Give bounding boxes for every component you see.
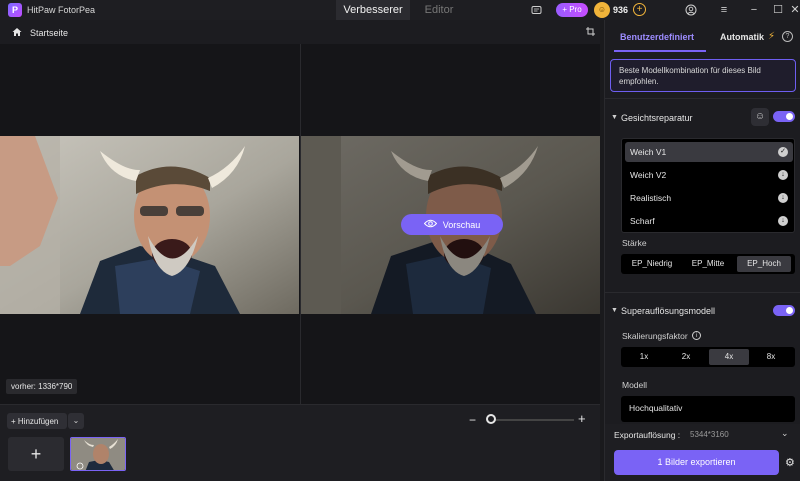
model-item-realistisch[interactable]: Realistisch ↓ (625, 188, 793, 208)
download-icon: ↓ (778, 216, 788, 226)
strength-selector: EP_Niedrig EP_Mitte EP_Hoch (621, 254, 795, 274)
recommendation-hint: Beste Modellkombination für dieses Bild … (610, 59, 796, 92)
app-logo: P (8, 3, 22, 17)
app-window: P HitPaw FotorPea Verbesserer Editor + P… (0, 0, 800, 481)
face-repair-toggle[interactable] (773, 111, 795, 122)
model-label: Scharf (630, 216, 655, 226)
face-model-list: Weich V1 ✓ Weich V2 ↓ Realistisch ↓ Scha… (621, 138, 795, 233)
before-resolution-label: vorher: 1336*790 (6, 379, 78, 394)
coin-count: 936 (613, 5, 629, 15)
zoom-out-button[interactable]: − (469, 413, 476, 427)
scale-option-1x[interactable]: 1x (624, 349, 664, 365)
bottom-bar: + Hinzufügen ⌄ − + + (0, 404, 600, 481)
breadcrumb: Startseite (0, 20, 600, 44)
download-icon: ↓ (778, 193, 788, 203)
model-item-scharf[interactable]: Scharf ↓ (625, 211, 793, 231)
model-label: Weich V1 (630, 147, 667, 157)
tab-custom[interactable]: Benutzerdefiniert (620, 32, 694, 42)
super-resolution-title: Superauflösungsmodell (621, 306, 716, 316)
preview-button[interactable]: Vorschau (401, 214, 503, 235)
divider (605, 98, 800, 99)
image-thumbnail[interactable] (70, 437, 126, 471)
export-resolution-label: Exportauflösung : (614, 430, 681, 440)
export-resolution-value: 5344*3160 (690, 430, 729, 439)
gear-icon[interactable]: ⚙ (785, 456, 795, 469)
tab-auto[interactable]: Automatik (720, 32, 764, 42)
add-coins-button[interactable]: + (633, 3, 646, 16)
divider (605, 292, 800, 293)
model-label: Realistisch (630, 193, 672, 203)
super-resolution-toggle[interactable] (773, 305, 795, 316)
pro-button[interactable]: + Pro (556, 3, 588, 17)
scale-option-4x[interactable]: 4x (709, 349, 749, 365)
chevron-down-icon[interactable]: ⌄ (781, 428, 789, 439)
zoom-slider-handle[interactable] (486, 414, 496, 424)
super-model-select[interactable]: Hochqualitativ (621, 396, 795, 422)
add-image-tile[interactable]: + (8, 437, 64, 471)
model-label: Modell (622, 380, 648, 390)
app-title: HitPaw FotorPea (27, 5, 96, 15)
face-icon[interactable]: ☺ (751, 108, 769, 126)
zoom-in-button[interactable]: + (578, 411, 586, 426)
minimize-icon[interactable]: − (746, 2, 762, 18)
scale-factor-selector: 1x 2x 4x 8x (621, 347, 795, 367)
scale-option-8x[interactable]: 8x (751, 349, 791, 365)
check-icon: ✓ (778, 147, 788, 157)
menu-icon[interactable]: ≡ (716, 2, 732, 18)
strength-option-mid[interactable]: EP_Mitte (680, 256, 736, 272)
user-icon[interactable] (685, 4, 697, 16)
model-label: Weich V2 (630, 170, 667, 180)
help-icon[interactable]: ? (782, 31, 793, 42)
maximize-icon[interactable]: ☐ (770, 2, 786, 18)
strength-label: Stärke (622, 238, 647, 248)
scale-factor-label: Skalierungsfaktor (622, 331, 688, 341)
face-repair-title: Gesichtsreparatur (621, 113, 693, 123)
coin-icon: ☺ (594, 2, 610, 18)
tab-editor[interactable]: Editor (414, 0, 464, 20)
before-image (0, 136, 299, 314)
breadcrumb-home-label[interactable]: Startseite (30, 28, 68, 38)
title-bar: P HitPaw FotorPea Verbesserer Editor + P… (0, 0, 800, 20)
chat-icon[interactable] (530, 4, 542, 16)
model-item-weich-v1[interactable]: Weich V1 ✓ (625, 142, 793, 162)
scale-option-2x[interactable]: 2x (666, 349, 706, 365)
collapse-caret-icon[interactable]: ▼ (611, 114, 618, 121)
export-button[interactable]: 1 Bilder exportieren (614, 450, 779, 475)
tab-verbesserer[interactable]: Verbesserer (336, 0, 410, 20)
eye-icon (423, 219, 437, 230)
home-icon[interactable] (11, 26, 23, 38)
zoom-slider[interactable] (490, 419, 574, 421)
collapse-caret-icon[interactable]: ▼ (611, 307, 618, 314)
download-icon: ↓ (778, 170, 788, 180)
strength-option-high[interactable]: EP_Hoch (737, 256, 791, 272)
add-image-button[interactable]: + Hinzufügen (7, 413, 67, 429)
close-icon[interactable]: ✕ (787, 2, 800, 18)
bolt-icon: ⚡ (768, 31, 776, 42)
model-item-weich-v2[interactable]: Weich V2 ↓ (625, 165, 793, 185)
add-dropdown-button[interactable]: ⌄ (68, 413, 84, 429)
preview-label: Vorschau (442, 219, 481, 230)
info-icon[interactable]: i (692, 331, 701, 340)
crop-icon[interactable] (584, 26, 596, 38)
tab-custom-underline (614, 50, 706, 52)
strength-option-low[interactable]: EP_Niedrig (624, 256, 680, 272)
